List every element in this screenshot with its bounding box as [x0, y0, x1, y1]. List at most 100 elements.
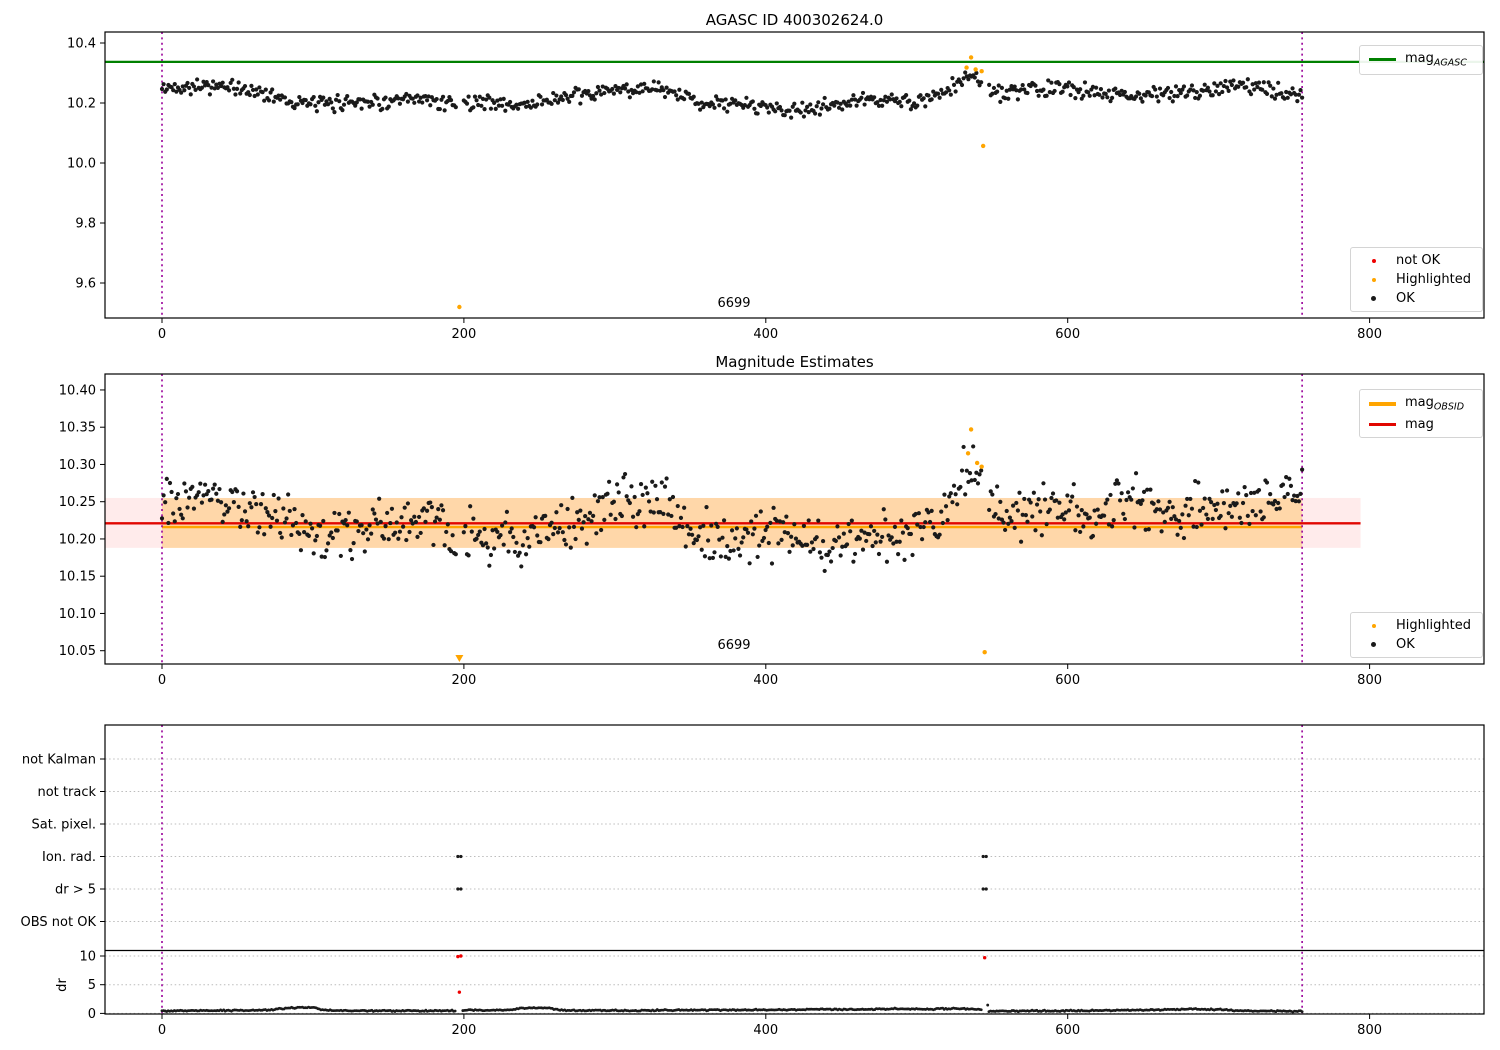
ok-point	[1244, 493, 1249, 498]
x-tick-label: 400	[753, 1023, 778, 1038]
ok-point	[471, 105, 476, 110]
y-tick-label: 10.4	[67, 37, 96, 52]
ok-point	[637, 509, 642, 514]
ok-point	[1001, 520, 1006, 525]
not-ok-point	[459, 954, 463, 958]
ok-point	[787, 108, 792, 113]
ok-point	[1173, 84, 1179, 89]
ok-point	[508, 99, 513, 105]
ok-point	[1030, 514, 1035, 519]
ok-point	[664, 85, 669, 90]
ok-point	[1044, 93, 1049, 98]
ok-point	[1298, 491, 1303, 496]
ok-point	[477, 529, 482, 534]
ok-point	[1087, 515, 1092, 520]
ok-point	[1298, 88, 1303, 93]
ok-point	[1106, 88, 1112, 93]
y-tick-label: 10.25	[59, 495, 96, 510]
ok-point	[1205, 85, 1211, 90]
ok-point	[263, 506, 268, 511]
not-ok-point	[456, 954, 460, 959]
ok-point	[247, 501, 252, 506]
x-tick-label: 0	[158, 673, 166, 688]
ok-point	[729, 528, 735, 533]
ok-point	[662, 94, 668, 100]
ok-point	[959, 468, 965, 473]
ok-point	[1220, 489, 1225, 494]
ok-point	[820, 538, 826, 544]
ok-point	[1181, 535, 1187, 541]
ok-point	[951, 82, 957, 87]
ok-point	[244, 519, 249, 524]
y-tick-label: 10.20	[59, 532, 96, 547]
ok-point	[787, 549, 792, 554]
ok-point	[857, 536, 862, 541]
ok-point	[1003, 527, 1008, 533]
ok-point	[715, 524, 720, 529]
ok-point	[388, 520, 393, 526]
legend-mag-lines: magOBSID mag	[1359, 389, 1483, 438]
ok-point	[255, 92, 260, 97]
y-tick-label: 9.8	[75, 217, 96, 232]
ok-point	[653, 483, 658, 488]
ok-point	[207, 92, 213, 97]
ok-point	[1006, 96, 1011, 101]
ok-point	[1117, 498, 1123, 503]
ok-point	[1154, 94, 1159, 99]
flag-point	[981, 887, 985, 891]
ok-point	[841, 531, 846, 536]
ok-point	[739, 540, 744, 545]
ok-point	[241, 491, 246, 496]
ok-point	[492, 546, 497, 551]
ok-point	[1034, 502, 1040, 507]
ok-point	[238, 524, 243, 530]
highlighted-marker-icon	[1360, 623, 1387, 628]
ok-point	[445, 522, 450, 527]
ok-point	[164, 87, 169, 92]
dr-tick-label: 10	[79, 950, 96, 965]
ok-point	[515, 106, 521, 111]
ok-point	[345, 523, 350, 528]
ok-point	[721, 106, 727, 111]
y-tick-label: 10.10	[59, 607, 96, 622]
ok-point	[701, 523, 706, 528]
ok-point	[289, 532, 294, 538]
ok-point	[559, 503, 564, 508]
ok-point	[712, 550, 717, 555]
ok-point	[503, 520, 508, 525]
ok-point	[880, 103, 885, 108]
y-tick-label: 10.0	[67, 157, 96, 172]
ok-point	[1062, 517, 1067, 522]
ok-point	[206, 489, 211, 494]
ok-point	[1122, 89, 1127, 95]
flag-category-label: Sat. pixel.	[32, 818, 96, 833]
ok-point	[674, 93, 679, 98]
ok-point	[397, 529, 403, 534]
ok-point	[250, 490, 256, 495]
highlighted-point	[973, 67, 978, 72]
ok-point	[1250, 508, 1255, 514]
ok-point	[377, 102, 382, 108]
not-ok-point	[457, 990, 462, 994]
ok-point	[1300, 467, 1305, 472]
ok-point	[311, 94, 316, 100]
ok-point	[287, 508, 292, 514]
ok-point	[466, 94, 471, 99]
ok-point	[642, 81, 647, 86]
ok-point	[1261, 80, 1266, 85]
x-tick-label: 400	[753, 327, 778, 342]
ok-point	[953, 89, 958, 94]
flag-category-label: Ion. rad.	[42, 850, 96, 865]
ok-point	[734, 526, 739, 531]
ok-point	[669, 513, 674, 519]
ok-point	[1153, 87, 1158, 92]
ok-point	[282, 520, 288, 525]
ok-point	[1148, 487, 1153, 492]
ok-point	[236, 80, 241, 85]
ok-point	[535, 533, 540, 538]
legend-row-highlighted-2: Highlighted	[1360, 618, 1472, 633]
ok-point	[741, 535, 746, 540]
x-tick-label: 200	[451, 673, 476, 688]
ok-point	[242, 83, 248, 89]
ok-point	[718, 554, 723, 559]
